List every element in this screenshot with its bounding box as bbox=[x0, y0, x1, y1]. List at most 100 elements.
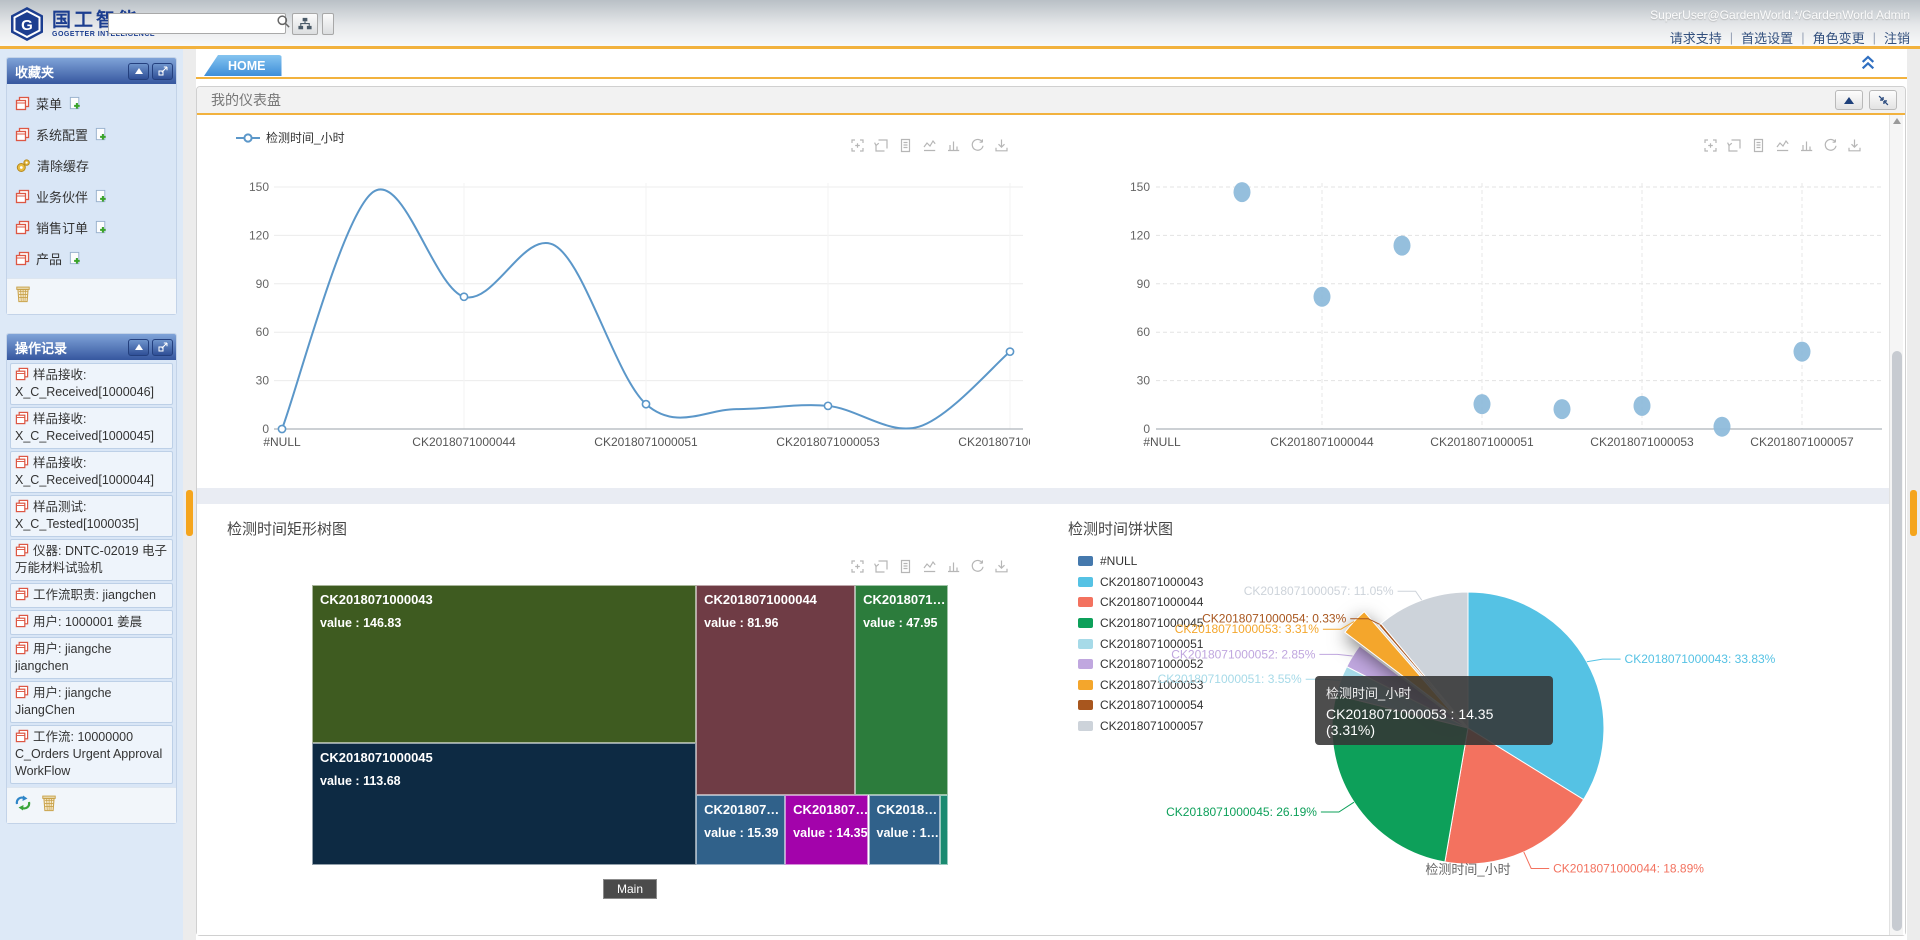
activity-item-9[interactable]: 用户: jiangche JiangChen bbox=[10, 681, 173, 723]
favorites-item-6[interactable]: 产品 bbox=[7, 243, 176, 274]
favorites-item-4[interactable]: 业务伙伴 bbox=[7, 181, 176, 212]
vertical-scrollbar[interactable] bbox=[1889, 115, 1903, 935]
treemap-block-CK2018071000052[interactable]: CK2018071000052value : 12.35 bbox=[869, 795, 940, 865]
pie-callout-label-CK2018071000054: CK2018071000054: 0.33% bbox=[1202, 612, 1346, 626]
activity-item-label: 用户: jiangche JiangChen bbox=[15, 686, 112, 717]
svg-text:120: 120 bbox=[249, 228, 269, 242]
treemap-block-name: CK2018071000054 bbox=[940, 795, 948, 817]
scrollbar-thumb[interactable] bbox=[1892, 351, 1902, 931]
header-link-3[interactable]: 角色变更 bbox=[1813, 28, 1865, 47]
favorites-list: 菜单系统配置清除缓存业务伙伴销售订单产品 bbox=[7, 84, 176, 278]
treemap-block-CK2018071000051[interactable]: CK2018071000051value : 15.39 bbox=[696, 795, 785, 865]
favorites-item-label: 系统配置 bbox=[36, 125, 88, 144]
download-icon[interactable] bbox=[993, 137, 1010, 154]
scatter-chart-toolbox bbox=[1702, 137, 1863, 154]
svg-text:CK2018071000044: CK2018071000044 bbox=[412, 435, 516, 449]
activity-item-2[interactable]: 样品接收: X_C_Received[1000045] bbox=[10, 407, 173, 449]
treemap-block-CK2018071000053[interactable]: CK2018071000053value : 14.35 bbox=[785, 795, 868, 865]
line-chart-icon[interactable] bbox=[921, 558, 938, 575]
favorites-item-5[interactable]: 销售订单 bbox=[7, 212, 176, 243]
bar-chart-icon[interactable] bbox=[945, 137, 962, 154]
logo-hexagon-icon: G bbox=[8, 5, 46, 43]
left-splitter bbox=[183, 49, 196, 940]
area-zoom-icon[interactable] bbox=[849, 137, 866, 154]
line-chart-icon[interactable] bbox=[921, 137, 938, 154]
area-zoom-icon[interactable] bbox=[1702, 137, 1719, 154]
favorites-collapse-button[interactable] bbox=[128, 63, 149, 80]
treemap-breadcrumb[interactable]: Main bbox=[603, 879, 657, 899]
search-input[interactable] bbox=[109, 15, 272, 32]
svg-text:#NULL: #NULL bbox=[1143, 435, 1181, 449]
activity-item-3[interactable]: 样品接收: X_C_Received[1000044] bbox=[10, 451, 173, 493]
activity-collapse-button[interactable] bbox=[128, 339, 149, 356]
global-search bbox=[108, 13, 286, 34]
treemap-toolbox bbox=[849, 558, 1010, 575]
tab-home[interactable]: HOME bbox=[204, 55, 282, 76]
activity-popout-button[interactable] bbox=[152, 339, 173, 356]
activity-toolbar bbox=[7, 787, 176, 823]
dashboard-collapse-button[interactable] bbox=[1835, 90, 1863, 110]
area-zoom-icon[interactable] bbox=[849, 558, 866, 575]
favorites-toolbar bbox=[7, 278, 176, 314]
favorites-item-2[interactable]: 系统配置 bbox=[7, 119, 176, 150]
line-chart-legend[interactable]: 检测时间_小时 bbox=[235, 129, 345, 146]
restore-icon[interactable] bbox=[1822, 137, 1839, 154]
trash-icon[interactable] bbox=[13, 284, 33, 309]
activity-item-8[interactable]: 用户: jiangche jiangchen bbox=[10, 637, 173, 679]
line-chart[interactable]: 0306090120150#NULLCK2018071000044CK20180… bbox=[197, 117, 1030, 488]
trash-icon[interactable] bbox=[39, 793, 59, 818]
treemap-block-CK2018071000043[interactable]: CK2018071000043value : 146.83 bbox=[312, 585, 696, 743]
restore-icon[interactable] bbox=[969, 137, 986, 154]
activity-item-1[interactable]: 样品接收: X_C_Received[1000046] bbox=[10, 363, 173, 405]
activity-item-6[interactable]: 工作流职责: jiangchen bbox=[10, 583, 173, 608]
zoom-reset-icon[interactable] bbox=[873, 137, 890, 154]
treemap-chart: CK2018071000043value : 146.83CK201807100… bbox=[312, 585, 948, 865]
scatter-chart[interactable]: 0306090120150#NULLCK2018071000044CK20180… bbox=[1030, 117, 1890, 488]
header-link-4[interactable]: 注销 bbox=[1884, 28, 1910, 47]
activity-item-label: 样品接收: X_C_Received[1000046] bbox=[15, 368, 154, 399]
dashboard-restore-button[interactable] bbox=[1869, 90, 1897, 110]
favorites-popout-button[interactable] bbox=[152, 63, 173, 80]
activity-item-5[interactable]: 仪器: DNTC-02019 电子万能材料试验机 bbox=[10, 539, 173, 581]
favorites-item-label: 菜单 bbox=[36, 94, 62, 113]
data-view-icon[interactable] bbox=[897, 137, 914, 154]
collapse-up-chevrons-icon[interactable] bbox=[1859, 54, 1877, 76]
restore-icon[interactable] bbox=[969, 558, 986, 575]
activity-item-10[interactable]: 工作流: 10000000 C_Orders Urgent Approval W… bbox=[10, 725, 173, 784]
right-splitter-grabber[interactable] bbox=[1910, 490, 1917, 536]
activity-list: 样品接收: X_C_Received[1000046] 样品接收: X_C_Rec… bbox=[7, 360, 176, 787]
zoom-reset-icon[interactable] bbox=[1726, 137, 1743, 154]
treemap-block-value: value : 15.39 bbox=[696, 817, 785, 840]
bar-chart-icon[interactable] bbox=[1798, 137, 1815, 154]
treemap-block-CK2018071000045[interactable]: CK2018071000045value : 113.68 bbox=[312, 743, 696, 865]
left-splitter-grabber[interactable] bbox=[186, 490, 193, 536]
header-extra-button[interactable] bbox=[322, 13, 334, 35]
favorites-item-3[interactable]: 清除缓存 bbox=[7, 150, 176, 181]
activity-item-7[interactable]: 用户: 1000001 姜晨 bbox=[10, 610, 173, 635]
favorites-item-label: 清除缓存 bbox=[37, 156, 89, 175]
activity-item-4[interactable]: 样品测试: X_C_Tested[1000035] bbox=[10, 495, 173, 537]
treemap-block-value: value : 47.95 bbox=[855, 607, 948, 630]
link-separator: | bbox=[1801, 30, 1804, 45]
sitemap-button[interactable] bbox=[292, 13, 318, 35]
line-chart-icon[interactable] bbox=[1774, 137, 1791, 154]
favorites-item-1[interactable]: 菜单 bbox=[7, 88, 176, 119]
window-icon bbox=[15, 587, 29, 601]
header-link-2[interactable]: 首选设置 bbox=[1741, 28, 1793, 47]
treemap-block-CK2018071000057[interactable]: CK2018071000057value : 47.95 bbox=[855, 585, 948, 795]
scroll-up-icon[interactable] bbox=[1893, 118, 1901, 124]
download-icon[interactable] bbox=[1846, 137, 1863, 154]
treemap-block-CK2018071000044[interactable]: CK2018071000044value : 81.96 bbox=[696, 585, 855, 795]
scatter-chart-panel: 0306090120150#NULLCK2018071000044CK20180… bbox=[1030, 117, 1890, 488]
data-view-icon[interactable] bbox=[897, 558, 914, 575]
svg-text:CK2018071000044: CK2018071000044 bbox=[1270, 435, 1374, 449]
svg-text:CK2018071000051: CK2018071000051 bbox=[594, 435, 698, 449]
svg-text:0: 0 bbox=[262, 422, 269, 436]
header-link-1[interactable]: 请求支持 bbox=[1670, 28, 1722, 47]
treemap-block-CK2018071000054[interactable]: CK2018071000054value : 1.43 bbox=[940, 795, 948, 865]
download-icon[interactable] bbox=[993, 558, 1010, 575]
bar-chart-icon[interactable] bbox=[945, 558, 962, 575]
refresh-icon[interactable] bbox=[13, 793, 33, 818]
zoom-reset-icon[interactable] bbox=[873, 558, 890, 575]
data-view-icon[interactable] bbox=[1750, 137, 1767, 154]
